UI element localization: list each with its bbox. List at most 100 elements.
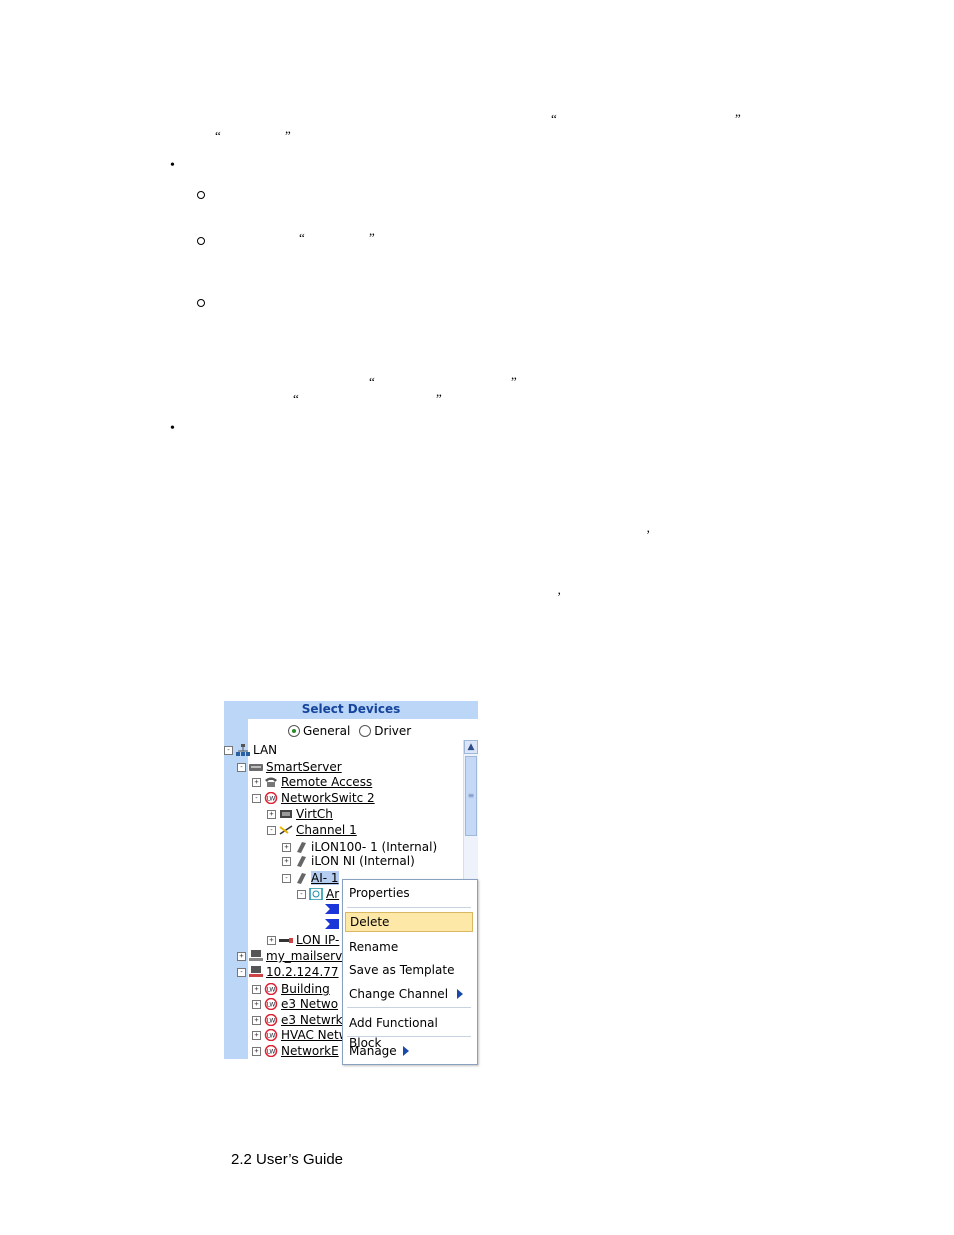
tree-node[interactable]: + VirtCh xyxy=(267,806,333,822)
tree-node[interactable]: - Channel 1 xyxy=(267,822,357,838)
tree-node-label: LON IP- xyxy=(296,933,340,947)
menu-item-add-functional-block[interactable]: Add Functional Block xyxy=(345,1013,473,1050)
quote-close: ” xyxy=(436,391,442,406)
expand-icon[interactable]: + xyxy=(252,1046,261,1056)
tree-node[interactable]: - SmartServer xyxy=(237,759,342,775)
bullet-dot: • xyxy=(170,158,175,173)
tree-node[interactable]: - LAN xyxy=(224,742,277,758)
sub-bullet-circle xyxy=(197,191,205,199)
tree-node[interactable]: - 10.2.124.77 xyxy=(237,964,339,980)
menu-item-properties[interactable]: Properties xyxy=(345,883,473,903)
scroll-thumb[interactable]: ≡ xyxy=(465,756,477,836)
lon-ip-icon xyxy=(279,938,293,943)
tree-node[interactable]: - LW NetworkSwitc 2 xyxy=(252,790,375,806)
expand-icon[interactable]: + xyxy=(252,1015,261,1025)
menu-item-change-channel[interactable]: Change Channel xyxy=(345,984,473,1004)
apostrophe: ’ xyxy=(646,527,651,542)
bullet-dot: • xyxy=(170,421,175,436)
expand-icon[interactable]: + xyxy=(282,842,291,852)
collapse-icon[interactable]: - xyxy=(252,793,261,803)
tree-node[interactable]: + iLON NI (Internal) xyxy=(282,853,415,869)
computer-icon xyxy=(249,966,263,977)
apostrophe: ’ xyxy=(557,589,562,604)
tree-node-label: Building xyxy=(281,982,330,996)
tree-node[interactable]: - Ar xyxy=(297,886,339,902)
collapse-icon[interactable]: - xyxy=(267,825,276,835)
expand-icon[interactable]: + xyxy=(252,1030,261,1040)
tree-node[interactable]: + LON IP- xyxy=(267,932,339,948)
server-icon xyxy=(249,764,263,771)
tree-node[interactable]: + LW e3 Netwrk xyxy=(252,1012,343,1028)
tree-node-label: e3 Netwo xyxy=(281,997,339,1011)
context-menu: Properties Delete Rename Save as Templat… xyxy=(342,879,478,1065)
quote-close: ” xyxy=(511,374,517,389)
expand-icon[interactable]: + xyxy=(252,999,261,1009)
quote-close: ” xyxy=(369,230,375,245)
tree-node[interactable]: + Remote Access xyxy=(252,774,372,790)
quote-open: “ xyxy=(215,128,221,143)
menu-divider xyxy=(347,907,471,908)
tree-node[interactable]: + LW NetworkE xyxy=(252,1043,339,1059)
submenu-arrow-icon xyxy=(403,1046,409,1056)
computer-icon xyxy=(249,950,263,961)
tree-node-label: Remote Access xyxy=(281,775,373,789)
sub-bullet-circle xyxy=(197,237,205,245)
quote-close: ” xyxy=(735,111,741,126)
lonworks-icon: LW xyxy=(264,1029,278,1041)
svg-text:LW: LW xyxy=(267,1049,276,1056)
lonworks-icon: LW xyxy=(264,792,278,804)
tree-node[interactable]: + LW e3 Netwo xyxy=(252,996,338,1012)
quote-open: “ xyxy=(293,391,299,406)
radio-driver[interactable] xyxy=(359,725,372,737)
expand-icon[interactable]: + xyxy=(252,984,261,994)
menu-divider xyxy=(347,1036,471,1037)
tree-node-label: iLON100- 1 (Internal) xyxy=(311,840,438,854)
tree-node-label-selected: AI- 1 xyxy=(311,871,339,885)
device-icon xyxy=(297,873,306,884)
page-footer: 2.2 User’s Guide xyxy=(231,1151,344,1168)
view-mode-radios: General Driver xyxy=(288,723,411,739)
device-icon xyxy=(297,856,306,867)
expand-icon[interactable]: + xyxy=(267,935,276,945)
tree-node[interactable]: - AI- 1 xyxy=(282,870,339,886)
tree-node[interactable]: + my_mailserv xyxy=(237,948,342,964)
tree-node-label: HVAC Netw xyxy=(281,1028,349,1042)
expand-icon[interactable]: + xyxy=(237,951,246,961)
expand-icon[interactable]: + xyxy=(267,809,276,819)
tree-node-label: Channel 1 xyxy=(296,823,357,837)
tree-node-label: NetworkE xyxy=(281,1044,339,1058)
expand-icon[interactable]: + xyxy=(282,856,291,866)
datapoint-flag-icon xyxy=(325,919,339,929)
menu-item-delete[interactable]: Delete xyxy=(345,912,473,932)
menu-item-save-as-template[interactable]: Save as Template xyxy=(345,960,473,980)
expand-icon[interactable]: + xyxy=(252,777,261,787)
svg-text:LW: LW xyxy=(267,1002,276,1009)
quote-open: “ xyxy=(299,230,305,245)
tree-node[interactable]: + LW Building xyxy=(252,981,330,997)
functional-block-icon xyxy=(309,888,323,900)
tree-node-label: SmartServer xyxy=(266,760,342,774)
tree-node[interactable]: + LW HVAC Netw xyxy=(252,1027,349,1043)
svg-text:LW: LW xyxy=(267,1033,276,1040)
menu-item-label: Change Channel xyxy=(349,987,449,1001)
collapse-icon[interactable]: - xyxy=(282,873,291,883)
tree-node-label: VirtCh xyxy=(296,807,333,821)
network-icon xyxy=(236,744,250,756)
collapse-icon[interactable]: - xyxy=(297,889,306,899)
submenu-arrow-icon xyxy=(457,989,463,999)
collapse-icon[interactable]: - xyxy=(237,967,246,977)
quote-open: “ xyxy=(551,111,557,126)
radio-general[interactable] xyxy=(288,725,300,737)
tree-node-label: LAN xyxy=(253,743,278,757)
tree-node-label: 10.2.124.77 xyxy=(266,965,339,979)
collapse-icon[interactable]: - xyxy=(237,762,246,772)
collapse-icon[interactable]: - xyxy=(224,745,233,755)
lonworks-icon: LW xyxy=(264,998,278,1010)
menu-divider xyxy=(347,1007,471,1008)
menu-item-rename[interactable]: Rename xyxy=(345,937,473,957)
menu-item-manage[interactable]: Manage xyxy=(345,1041,473,1061)
tree-node-label: e3 Netwrk xyxy=(281,1013,343,1027)
radio-general-label: General xyxy=(303,724,351,738)
scroll-up-arrow-icon[interactable]: ▲ xyxy=(464,740,478,754)
sub-bullet-circle xyxy=(197,299,205,307)
